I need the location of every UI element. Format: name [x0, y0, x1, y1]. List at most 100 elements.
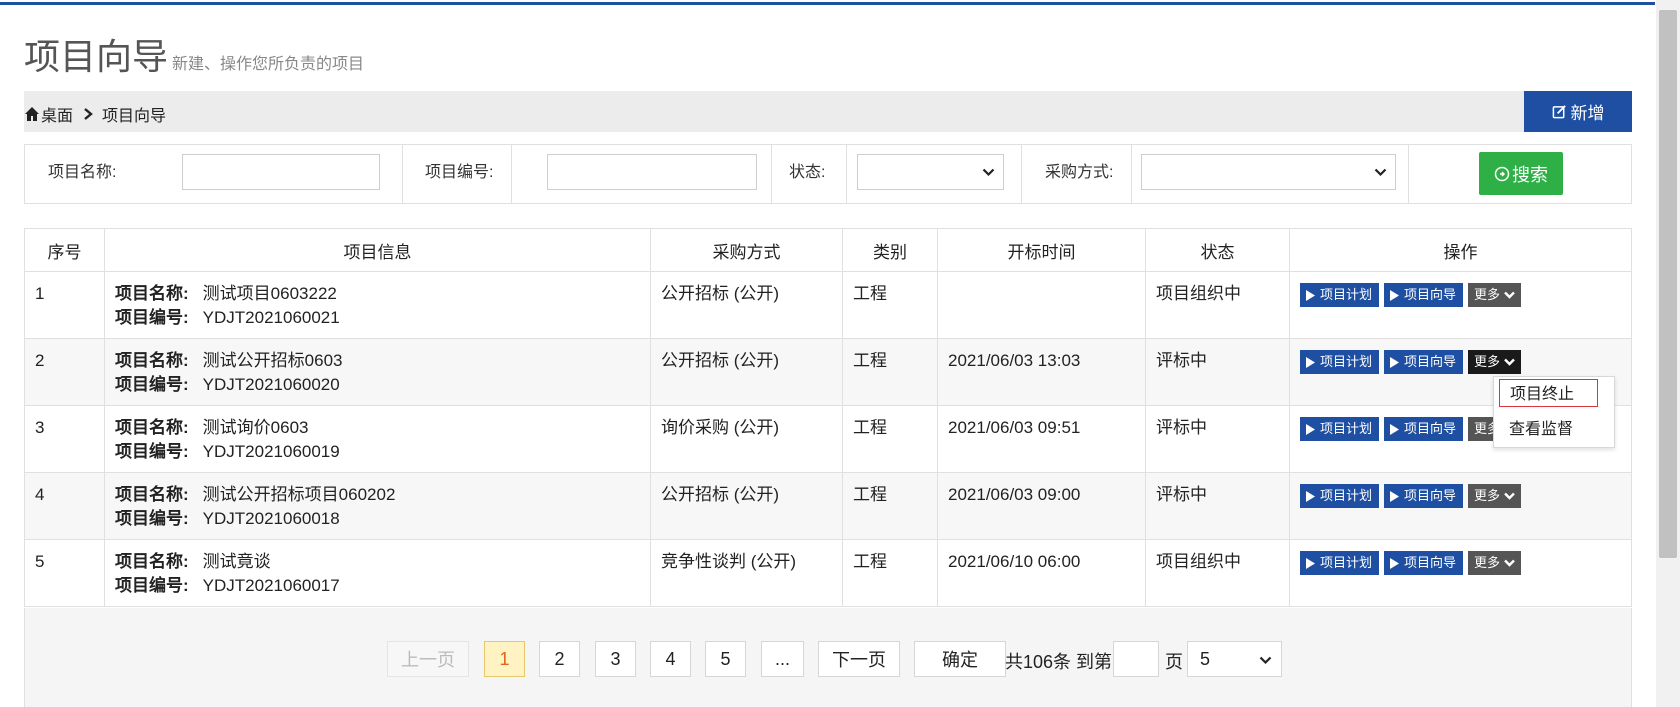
page-3-button[interactable]: 3 — [595, 641, 636, 677]
col-header-category: 类别 — [842, 228, 938, 272]
goto-page-input[interactable] — [1113, 641, 1159, 677]
chevron-down-icon — [1504, 559, 1515, 567]
row-ops: 项目计划 项目向导 更多 — [1289, 539, 1632, 607]
table-row: 2 项目名称: 测试公开招标0603 项目编号: YDJT2021060020 公开招标 … — [24, 338, 1632, 406]
row-no: 4 — [24, 472, 105, 540]
row-ops-group: 项目计划 项目向导 更多 — [1300, 282, 1621, 307]
table-header-row: 序号 项目信息 采购方式 类别 开标时间 状态 操作 — [24, 228, 1632, 272]
filter-code-cell — [512, 145, 772, 203]
project-guide-button[interactable]: 项目向导 — [1384, 551, 1464, 575]
page-size-select[interactable]: 5 — [1187, 641, 1282, 677]
terminate-project-item[interactable]: 项目终止 — [1499, 379, 1598, 407]
row-no: 3 — [24, 405, 105, 473]
procurement-method-select[interactable] — [1141, 154, 1396, 190]
project-code-value: YDJT2021060018 — [202, 509, 340, 528]
project-plan-label: 项目计划 — [1320, 354, 1373, 369]
more-label: 更多 — [1474, 354, 1501, 369]
project-plan-button[interactable]: 项目计划 — [1300, 484, 1380, 508]
edit-icon — [1552, 105, 1566, 119]
project-plan-button[interactable]: 项目计划 — [1300, 350, 1380, 374]
play-icon — [1306, 490, 1315, 502]
breadcrumb-bar: 桌面 项目向导 新增 — [24, 91, 1632, 132]
project-guide-label: 项目向导 — [1404, 287, 1457, 302]
row-info: 项目名称: 测试公开招标0603 项目编号: YDJT2021060020 — [104, 338, 651, 406]
row-info: 项目名称: 测试项目0603222 项目编号: YDJT2021060021 — [104, 271, 651, 339]
row-time: 2021/06/10 06:00 — [937, 539, 1146, 607]
page-ellipsis-button[interactable]: ... — [761, 641, 804, 677]
project-code-value: YDJT2021060019 — [202, 442, 340, 461]
filter-bar: 项目名称: 项目编号: 状态: 采购方式: — [24, 144, 1632, 204]
project-plan-button[interactable]: 项目计划 — [1300, 417, 1380, 441]
page-4-button[interactable]: 4 — [650, 641, 691, 677]
project-code-label: 项目编号: — [115, 509, 189, 528]
status-select[interactable] — [857, 154, 1004, 190]
project-name-label: 项目名称: — [115, 418, 189, 437]
more-button[interactable]: 更多 — [1468, 350, 1522, 374]
more-button[interactable]: 更多 — [1468, 283, 1522, 307]
row-no: 1 — [24, 271, 105, 339]
project-name-value: 测试公开招标项目060202 — [202, 485, 396, 504]
project-code-line: 项目编号: YDJT2021060017 — [115, 574, 640, 598]
prev-page-button[interactable]: 上一页 — [387, 641, 469, 677]
project-name-label: 项目名称: — [115, 351, 189, 370]
project-plan-button[interactable]: 项目计划 — [1300, 551, 1380, 575]
vertical-scrollbar[interactable] — [1656, 0, 1680, 707]
row-ops-group: 项目计划 项目向导 更多 — [1300, 483, 1621, 508]
project-guide-label: 项目向导 — [1404, 488, 1457, 503]
row-no: 5 — [24, 539, 105, 607]
project-code-input[interactable] — [547, 154, 757, 190]
project-name-value: 测试询价0603 — [202, 418, 309, 437]
breadcrumb-home[interactable]: 桌面 — [41, 102, 73, 126]
page-1-button[interactable]: 1 — [484, 641, 525, 677]
project-guide-label: 项目向导 — [1404, 354, 1457, 369]
row-status: 项目组织中 — [1145, 271, 1290, 339]
chevron-down-icon — [1504, 492, 1515, 500]
row-info: 项目名称: 测试公开招标项目060202 项目编号: YDJT2021060018 — [104, 472, 651, 540]
scrollbar-thumb[interactable] — [1659, 10, 1677, 558]
project-plan-label: 项目计划 — [1320, 287, 1373, 302]
col-header-info: 项目信息 — [104, 228, 651, 272]
project-name-line: 项目名称: 测试公开招标0603 — [115, 349, 640, 373]
project-guide-label: 项目向导 — [1404, 421, 1457, 436]
table-row: 1 项目名称: 测试项目0603222 项目编号: YDJT2021060021 公开招标… — [24, 271, 1632, 339]
play-icon — [1306, 356, 1315, 368]
table-row: 4 项目名称: 测试公开招标项目060202 项目编号: YDJT2021060018 公… — [24, 472, 1632, 540]
view-supervision-item[interactable]: 查看监督 — [1499, 416, 1583, 444]
chevron-down-icon — [1374, 168, 1387, 177]
page-title: 项目向导 新建、操作您所负责的项目 — [24, 28, 364, 80]
row-ops: 项目计划 项目向导 更多 — [1289, 472, 1632, 540]
project-name-input[interactable] — [182, 154, 380, 190]
project-plan-label: 项目计划 — [1320, 421, 1373, 436]
project-code-label: 项目编号: — [115, 308, 189, 327]
row-info: 项目名称: 测试询价0603 项目编号: YDJT2021060019 — [104, 405, 651, 473]
more-button[interactable]: 更多 — [1468, 484, 1522, 508]
row-no: 2 — [24, 338, 105, 406]
filter-method-label-cell: 采购方式: — [1022, 145, 1132, 203]
table-row: 3 项目名称: 测试询价0603 项目编号: YDJT2021060019 询价采购 (公… — [24, 405, 1632, 473]
project-guide-button[interactable]: 项目向导 — [1384, 350, 1464, 374]
row-status: 评标中 — [1145, 405, 1290, 473]
more-label: 更多 — [1474, 287, 1501, 302]
play-icon — [1306, 557, 1315, 569]
play-icon — [1390, 289, 1400, 301]
filter-method-cell — [1132, 145, 1409, 203]
project-name-label: 项目名称: — [115, 284, 189, 303]
confirm-button[interactable]: 确定 — [914, 641, 1006, 677]
project-name-value: 测试竟谈 — [202, 552, 271, 571]
project-guide-button[interactable]: 项目向导 — [1384, 417, 1464, 441]
project-guide-button[interactable]: 项目向导 — [1384, 484, 1464, 508]
col-header-no: 序号 — [24, 228, 105, 272]
add-button[interactable]: 新增 — [1524, 91, 1632, 132]
project-table: 序号 项目信息 采购方式 类别 开标时间 状态 操作 1 项目名称: 测试项目060… — [24, 228, 1632, 607]
page-5-button[interactable]: 5 — [705, 641, 746, 677]
search-button[interactable]: 搜索 — [1479, 152, 1563, 195]
page-2-button[interactable]: 2 — [539, 641, 580, 677]
more-button[interactable]: 更多 — [1468, 551, 1522, 575]
project-name-value: 测试公开招标0603 — [202, 351, 343, 370]
project-guide-button[interactable]: 项目向导 — [1384, 283, 1464, 307]
project-name-label: 项目名称: — [115, 552, 189, 571]
next-page-button[interactable]: 下一页 — [818, 641, 900, 677]
project-name-line: 项目名称: 测试询价0603 — [115, 416, 640, 440]
project-plan-button[interactable]: 项目计划 — [1300, 283, 1380, 307]
search-icon — [1494, 166, 1510, 181]
